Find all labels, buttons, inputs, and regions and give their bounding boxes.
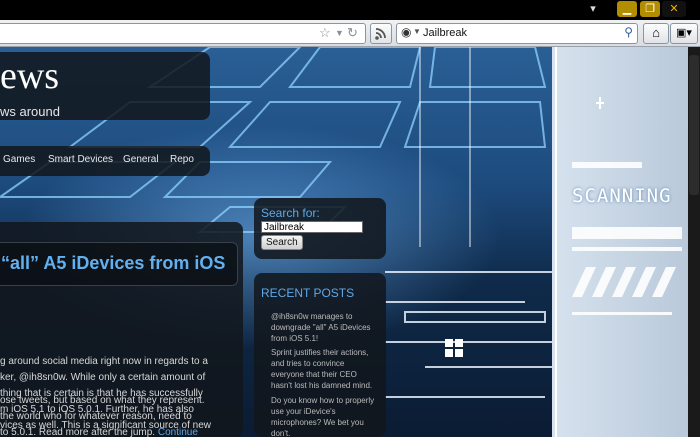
home-button[interactable]: ⌂: [643, 23, 669, 44]
rss-button[interactable]: [370, 23, 392, 44]
post-title-bar: “all” A5 iDevices from iOS: [0, 242, 238, 286]
site-header: ews ws around: [0, 52, 210, 120]
address-bar[interactable]: ☆ ▼ ↻: [0, 23, 366, 44]
search-label: Search for:: [261, 206, 320, 220]
main-nav: Games Smart Devices General Repo: [0, 146, 210, 176]
site-title[interactable]: ews: [0, 54, 59, 98]
nav-item-smart-devices[interactable]: Smart Devices: [48, 154, 113, 165]
search-input[interactable]: [261, 221, 363, 233]
browser-toolbar: ☆ ▼ ↻ ◉ ▼ Jailbreak ⚲ ⌂ ▣▾: [0, 20, 700, 47]
recent-post-link[interactable]: @ih8sn0w manages to downgrade "all" A5 i…: [271, 311, 379, 344]
webpage: SCANNING ews ws around Games Smart Devic…: [0, 47, 688, 437]
recent-post-link[interactable]: Do you know how to properly use your iDe…: [271, 395, 379, 437]
menu-icon: ▣▾: [676, 27, 692, 39]
recent-posts-widget: RECENT POSTS @ih8sn0w manages to downgra…: [254, 273, 386, 437]
nav-item-general[interactable]: General: [123, 154, 159, 165]
scanning-text: SCANNING: [572, 185, 672, 207]
window-titlebar: ▾ ▁ ❐ ✕: [0, 0, 700, 20]
recent-post-link[interactable]: Sprint justifies their actions, and trie…: [271, 347, 379, 391]
scrollbar-thumb[interactable]: [689, 55, 699, 195]
search-query[interactable]: Jailbreak: [423, 27, 467, 39]
post-body-line: g around social media right now in regar…: [0, 356, 208, 367]
scan-graphic: [555, 47, 682, 437]
post-body-line: the world who for whatever reason, need …: [0, 411, 192, 422]
reload-icon[interactable]: ↻: [347, 25, 358, 41]
chevron-down-icon[interactable]: ▼: [413, 27, 421, 36]
post-body-text: to 5.0.1. Read more after the jump.: [0, 427, 156, 437]
site-tagline: ws around: [0, 104, 60, 119]
close-button[interactable]: ✕: [662, 1, 686, 17]
post-title[interactable]: “all” A5 iDevices from iOS: [1, 253, 225, 274]
post-body-line: ose tweets, but based on what they repre…: [0, 395, 205, 406]
tools-menu-button[interactable]: ▣▾: [670, 23, 698, 44]
rss-icon: [375, 28, 386, 40]
background-scan-panel: SCANNING: [552, 47, 688, 437]
recent-posts-title: RECENT POSTS: [261, 286, 355, 300]
browser-search-box[interactable]: ◉ ▼ Jailbreak ⚲: [396, 23, 638, 44]
background-circuit-graphic: [385, 271, 555, 398]
search-icon[interactable]: ⚲: [624, 25, 633, 39]
dropdown-icon[interactable]: ▾: [588, 1, 598, 17]
search-button[interactable]: Search: [261, 235, 303, 250]
home-icon: ⌂: [652, 25, 660, 40]
page-scrollbar[interactable]: [688, 47, 700, 437]
bookmark-star-icon[interactable]: ☆: [319, 25, 331, 41]
search-widget: Search for: Search: [254, 198, 386, 259]
post-body-line: ker, @ih8sn0w. While only a certain amou…: [0, 372, 206, 383]
nav-item-games[interactable]: Games: [3, 154, 35, 165]
history-dropdown-icon[interactable]: ▼: [335, 28, 344, 38]
continue-link[interactable]: Continue: [158, 427, 198, 437]
search-engine-icon[interactable]: ◉: [401, 25, 411, 39]
post-body-continued: ose tweets, but based on what they repre…: [0, 393, 236, 437]
nav-item-repo[interactable]: Repo: [170, 154, 194, 165]
minimize-button[interactable]: ▁: [617, 1, 637, 17]
maximize-button[interactable]: ❐: [640, 1, 660, 17]
post-body-line-last: to 5.0.1. Read more after the jump. Cont…: [0, 425, 236, 437]
